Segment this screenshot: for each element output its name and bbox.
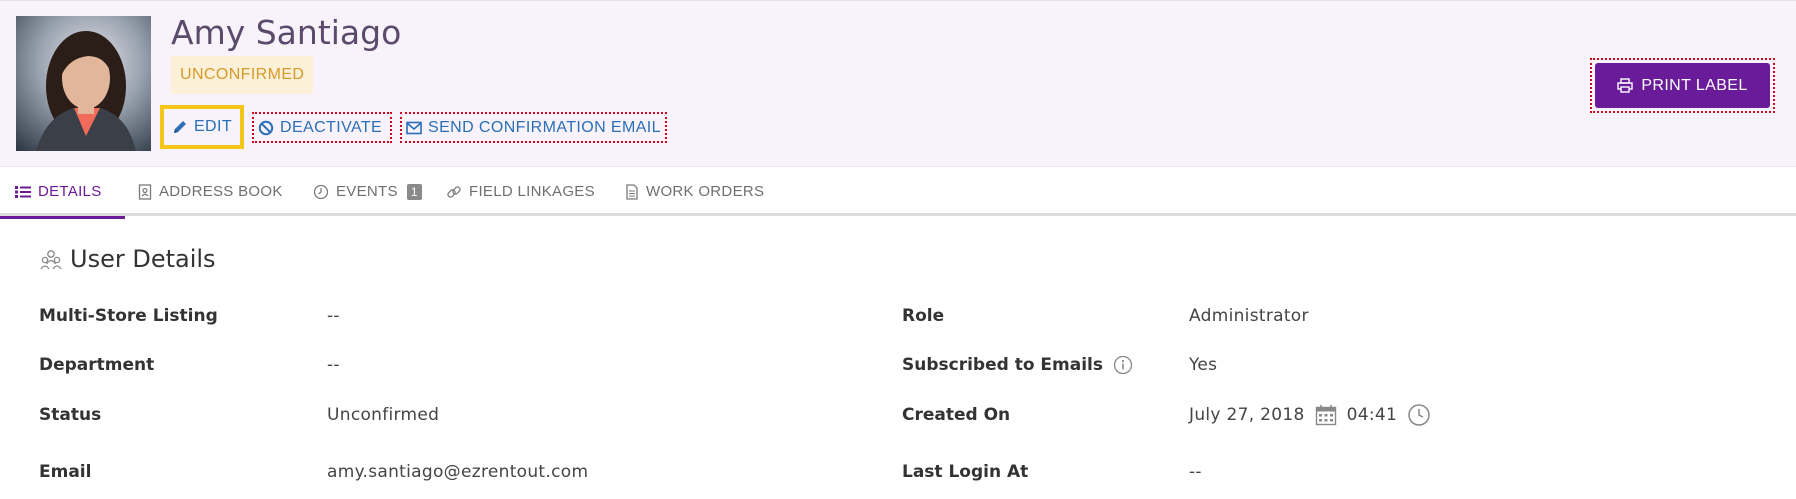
tab-field-linkages-label: FIELD LINKAGES bbox=[469, 183, 595, 200]
section-title: User Details bbox=[70, 245, 216, 273]
envelope-icon bbox=[406, 121, 422, 134]
last-login-label: Last Login At bbox=[902, 462, 1029, 482]
created-on-label: Created On bbox=[902, 405, 1011, 425]
department-value: -- bbox=[327, 355, 340, 375]
clock-icon bbox=[1408, 404, 1430, 426]
multi-store-value: -- bbox=[327, 306, 340, 326]
status-badge: UNCONFIRMED bbox=[171, 56, 314, 94]
edit-button[interactable]: EDIT bbox=[160, 105, 244, 149]
email-value: amy.santiago@ezrentout.com bbox=[327, 462, 589, 482]
email-label: Email bbox=[39, 462, 92, 482]
role-label: Role bbox=[902, 306, 945, 326]
send-confirmation-email-button[interactable]: SEND CONFIRMATION EMAIL bbox=[400, 112, 667, 143]
print-label-wrapper: PRINT LABEL bbox=[1590, 58, 1775, 113]
subscribed-label: Subscribed to Emails bbox=[902, 355, 1104, 375]
print-label-button[interactable]: PRINT LABEL bbox=[1595, 63, 1770, 108]
document-icon bbox=[626, 183, 638, 200]
tab-events[interactable]: EVENTS 1 bbox=[313, 167, 422, 216]
info-icon[interactable] bbox=[1113, 355, 1133, 375]
pencil-icon bbox=[173, 121, 186, 133]
link-icon bbox=[447, 185, 461, 198]
print-label-text: PRINT LABEL bbox=[1641, 76, 1748, 94]
tab-events-label: EVENTS bbox=[336, 183, 398, 200]
deactivate-button[interactable]: DEACTIVATE bbox=[252, 112, 393, 143]
user-name: Amy Santiago bbox=[171, 13, 402, 52]
created-date: July 27, 2018 bbox=[1189, 405, 1305, 425]
tab-field-linkages[interactable]: FIELD LINKAGES bbox=[446, 167, 595, 216]
tab-bar: DETAILS ADDRESS BOOK EVENTS 1 FIELD LINK… bbox=[0, 167, 1796, 219]
send-confirmation-label: SEND CONFIRMATION EMAIL bbox=[428, 118, 661, 136]
ban-icon bbox=[258, 120, 274, 135]
tab-address-book[interactable]: ADDRESS BOOK bbox=[138, 167, 283, 216]
printer-icon bbox=[1617, 78, 1634, 93]
tab-work-orders-label: WORK ORDERS bbox=[646, 183, 765, 200]
status-value: Unconfirmed bbox=[327, 405, 440, 425]
profile-header: Amy Santiago UNCONFIRMED EDIT DEACTIVATE… bbox=[0, 0, 1796, 167]
department-label: Department bbox=[39, 355, 155, 375]
multi-store-label: Multi-Store Listing bbox=[39, 306, 218, 326]
clock-icon bbox=[313, 184, 329, 199]
subscribed-label-group: Subscribed to Emails bbox=[902, 355, 1133, 375]
role-value: Administrator bbox=[1189, 306, 1309, 326]
tab-address-book-label: ADDRESS BOOK bbox=[159, 183, 283, 200]
status-label: Status bbox=[39, 405, 102, 425]
tab-work-orders[interactable]: WORK ORDERS bbox=[625, 167, 764, 216]
list-icon bbox=[15, 185, 31, 198]
tab-details[interactable]: DETAILS bbox=[0, 167, 125, 219]
address-book-icon bbox=[138, 183, 152, 200]
events-count-badge: 1 bbox=[406, 183, 422, 200]
users-icon bbox=[40, 250, 62, 270]
tab-details-label: DETAILS bbox=[38, 183, 102, 200]
created-time: 04:41 bbox=[1346, 405, 1398, 425]
section-header: User Details bbox=[40, 245, 216, 273]
edit-label: EDIT bbox=[193, 118, 233, 135]
calendar-icon bbox=[1315, 405, 1336, 426]
subscribed-value: Yes bbox=[1189, 355, 1218, 375]
avatar-photo bbox=[36, 31, 136, 151]
last-login-value: -- bbox=[1189, 462, 1202, 482]
avatar bbox=[16, 16, 151, 151]
deactivate-label: DEACTIVATE bbox=[280, 118, 383, 136]
created-on-value: July 27, 2018 04:41 bbox=[1189, 403, 1431, 427]
